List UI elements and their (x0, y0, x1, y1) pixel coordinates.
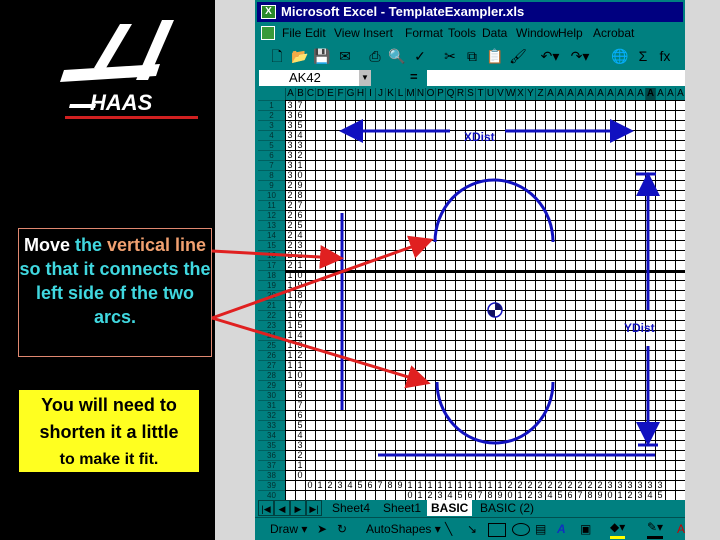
xdist-label: XDist (464, 130, 495, 144)
pointer-arrow-to-line (211, 245, 344, 269)
bottom-arc (435, 381, 555, 445)
origin-symbol-icon (487, 302, 503, 318)
drawing-overlay: XDist YDist (211, 119, 685, 457)
ydist-label: YDist (624, 321, 655, 335)
top-arc (433, 178, 555, 243)
pointer-arrow-to-bottom-arc (211, 316, 431, 389)
